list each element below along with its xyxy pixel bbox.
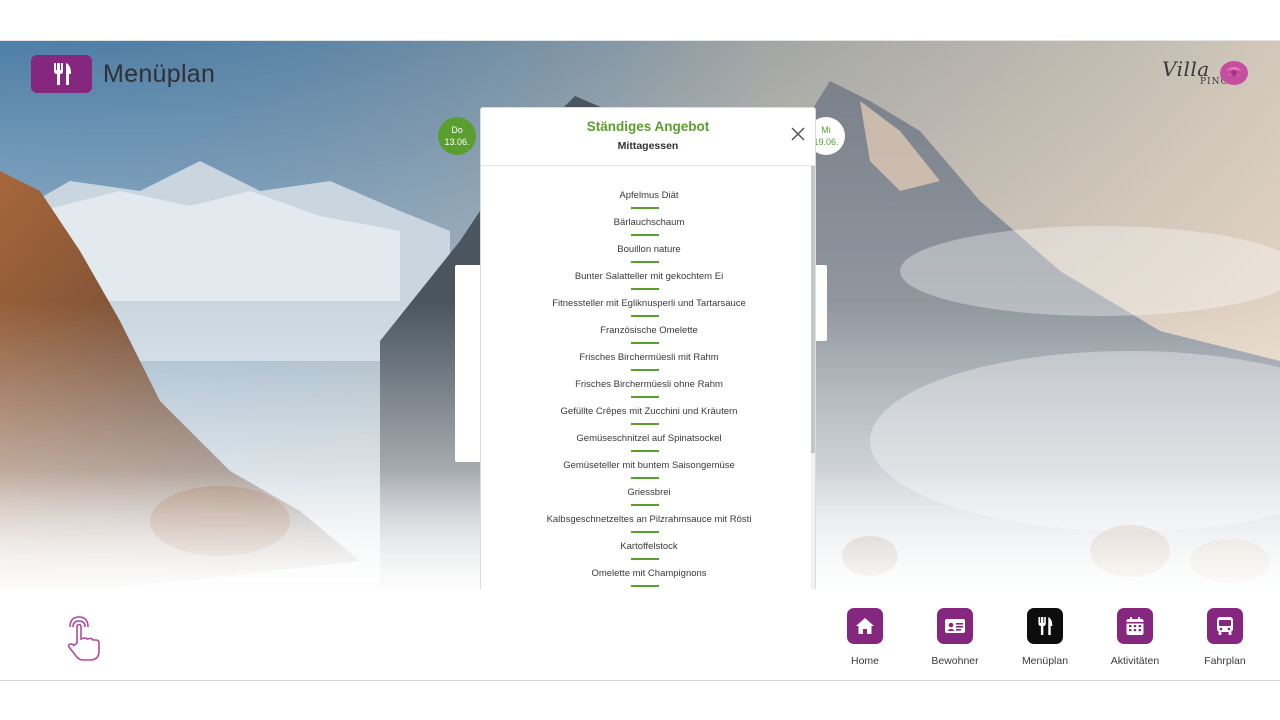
menu-item-label: Kalbsgeschnetzeltes an Pilzrahmsauce mit… xyxy=(546,514,752,525)
menu-item: Frisches Birchermüesli ohne Rahm xyxy=(481,379,815,406)
menu-item: Griessbrei xyxy=(481,487,815,514)
menu-item: Kartoffelstock xyxy=(481,541,815,568)
menu-item-separator xyxy=(631,450,659,452)
close-icon[interactable] xyxy=(790,126,806,142)
menu-item-separator xyxy=(631,342,659,344)
id-card-icon[interactable] xyxy=(937,608,973,644)
menu-item-separator xyxy=(631,261,659,263)
nav-label: Menüplan xyxy=(1021,655,1069,667)
nav-item-home[interactable]: Home xyxy=(825,608,905,667)
scrollbar-track[interactable] xyxy=(811,166,815,616)
day-weekday: Do xyxy=(451,125,463,135)
menu-item-label: Fitnessteller mit Egliknusperli und Tart… xyxy=(552,298,746,309)
menu-item: Französische Omelette xyxy=(481,325,815,352)
menu-item-label: Bunter Salatteller mit gekochtem Ei xyxy=(574,271,724,282)
menu-item-label: Gefüllte Crêpes mit Zucchini und Kräuter… xyxy=(560,406,738,417)
nav-label: Fahrplan xyxy=(1204,655,1246,667)
day-date: 19.06. xyxy=(813,137,839,147)
menu-item-separator xyxy=(631,234,659,236)
nav-item-aktivitaeten[interactable]: Aktivitäten xyxy=(1095,608,1175,667)
menu-item: Gemüseschnitzel auf Spinatsockel xyxy=(481,433,815,460)
menu-item-separator xyxy=(631,504,659,506)
menu-item: Gefüllte Crêpes mit Zucchini und Kräuter… xyxy=(481,406,815,433)
page-title: Menüplan xyxy=(103,59,216,88)
menu-item: Apfelmus Diät xyxy=(481,190,815,217)
menu-item-separator xyxy=(631,423,659,425)
calendar-icon[interactable] xyxy=(1117,608,1153,644)
menu-item-label: Frisches Birchermüesli ohne Rahm xyxy=(575,379,723,390)
nav-item-bewohner[interactable]: Bewohner xyxy=(915,608,995,667)
menu-item-label: Frisches Birchermüesli mit Rahm xyxy=(579,352,719,363)
villa-pinc-logo: Villa PINC xyxy=(1160,57,1252,93)
menu-item: Bouillon nature xyxy=(481,244,815,271)
nav-item-menueplan[interactable]: Menüplan xyxy=(1005,608,1085,667)
modal-header: Ständiges Angebot Mittagessen xyxy=(481,108,815,166)
menu-item: Frisches Birchermüesli mit Rahm xyxy=(481,352,815,379)
menu-item-separator xyxy=(631,207,659,209)
menu-item-label: Bouillon nature xyxy=(617,244,681,255)
touch-hand-icon xyxy=(62,613,104,668)
scrollbar-thumb[interactable] xyxy=(811,166,815,453)
menu-item-label: Griessbrei xyxy=(627,487,671,498)
menu-item-label: Bärlauchschaum xyxy=(613,217,685,228)
menu-item-label: Kartoffelstock xyxy=(620,541,678,552)
menu-item: Bärlauchschaum xyxy=(481,217,815,244)
menu-item-separator xyxy=(631,396,659,398)
menu-item-separator xyxy=(631,531,659,533)
menu-item: Gemüseteller mit buntem Saisongemüse xyxy=(481,460,815,487)
menu-item: Bunter Salatteller mit gekochtem Ei xyxy=(481,271,815,298)
day-date: 13.06. xyxy=(444,137,470,147)
modal-title: Ständiges Angebot xyxy=(586,119,710,134)
menu-item-label: Gemüseteller mit buntem Saisongemüse xyxy=(563,460,735,471)
menu-item-separator xyxy=(631,369,659,371)
nav-item-fahrplan[interactable]: Fahrplan xyxy=(1185,608,1265,667)
rose-icon xyxy=(1220,61,1248,85)
menu-item-separator xyxy=(631,585,659,587)
menu-item: Fitnessteller mit Egliknusperli und Tart… xyxy=(481,298,815,325)
nav-label: Home xyxy=(850,655,879,667)
nav-label: Aktivitäten xyxy=(1110,655,1160,667)
menu-item: Kalbsgeschnetzeltes an Pilzrahmsauce mit… xyxy=(481,514,815,541)
menu-item-label: Französische Omelette xyxy=(600,325,698,336)
fork-knife-icon xyxy=(31,55,92,93)
nav-label: Bewohner xyxy=(931,655,979,667)
menu-list: Apfelmus Diät Bärlauchschaum Bouillon natu… xyxy=(481,166,815,616)
page-header: Menüplan xyxy=(31,55,215,93)
day-weekday: Mi xyxy=(821,125,831,135)
app-screen: Menüplan Villa PINC Do 13.06. Mi 19.06. … xyxy=(0,40,1280,681)
menu-item-label: Apfelmus Diät xyxy=(619,190,679,201)
footer-bar xyxy=(0,589,1280,680)
menu-item-separator xyxy=(631,315,659,317)
standing-offer-modal: Ständiges Angebot Mittagessen Apfelmus D… xyxy=(480,107,816,617)
bus-icon[interactable] xyxy=(1207,608,1243,644)
menu-item-separator xyxy=(631,288,659,290)
menu-item-separator xyxy=(631,558,659,560)
menu-item-separator xyxy=(631,477,659,479)
menu-item-label: Omelette mit Champignons xyxy=(591,568,707,579)
modal-subtitle: Mittagessen xyxy=(617,140,679,152)
menu-list-scroll[interactable]: Apfelmus Diät Bärlauchschaum Bouillon natu… xyxy=(481,166,815,616)
home-icon[interactable] xyxy=(847,608,883,644)
menu-item-label: Gemüseschnitzel auf Spinatsockel xyxy=(576,433,722,444)
fork-knife-icon[interactable] xyxy=(1027,608,1063,644)
day-badge-active[interactable]: Do 13.06. xyxy=(438,117,476,155)
